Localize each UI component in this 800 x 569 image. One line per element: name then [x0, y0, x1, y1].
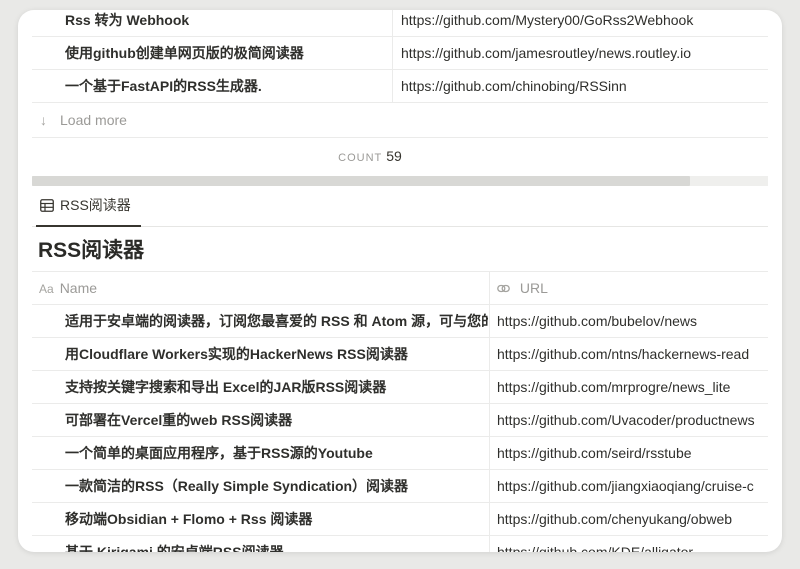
row-url[interactable]: https://github.com/chenyukang/obweb — [497, 503, 768, 535]
text-property-icon: Aa — [39, 282, 54, 296]
row-name[interactable]: 用Cloudflare Workers实现的HackerNews RSS阅读器 — [65, 338, 488, 370]
table-row[interactable]: Rss 转为 Webhook https://github.com/Myster… — [32, 10, 768, 37]
table-row[interactable]: 用Cloudflare Workers实现的HackerNews RSS阅读器 … — [32, 338, 768, 371]
column-divider — [392, 70, 393, 102]
url-link[interactable]: https://github.com/bubelov/news — [497, 313, 697, 329]
url-link[interactable]: https://github.com/jamesroutley/news.rou… — [401, 45, 691, 61]
view-tabs: RSS阅读器 — [32, 186, 768, 227]
row-name[interactable]: 一个基于FastAPI的RSS生成器. — [65, 70, 395, 102]
table-row[interactable]: 一个基于FastAPI的RSS生成器. https://github.com/c… — [32, 70, 768, 103]
url-link[interactable]: https://github.com/chenyukang/obweb — [497, 511, 732, 527]
url-link[interactable]: https://github.com/Uvacoder/productnews — [497, 412, 755, 428]
column-header-name[interactable]: Aa Name — [39, 272, 97, 305]
count-label: COUNT — [338, 152, 383, 164]
column-divider — [489, 338, 490, 370]
table-header: Aa Name URL — [32, 271, 768, 305]
row-url[interactable]: https://github.com/KDE/alligator — [497, 536, 768, 552]
column-divider — [489, 503, 490, 535]
link-icon — [497, 280, 514, 296]
row-url[interactable]: https://github.com/Mystery00/GoRss2Webho… — [401, 10, 768, 36]
column-divider — [489, 536, 490, 552]
table-row[interactable]: 移动端Obsidian + Flomo + Rss 阅读器 https://gi… — [32, 503, 768, 536]
load-more-label: Load more — [60, 112, 127, 128]
notion-page-frame: Rss 转为 Webhook https://github.com/Myster… — [18, 10, 782, 552]
row-name[interactable]: 适用于安卓端的阅读器，订阅您最喜爱的 RSS 和 Atom 源，可与您的 — [65, 305, 488, 337]
row-url[interactable]: https://github.com/ntns/hackernews-read — [497, 338, 768, 370]
row-name[interactable]: Rss 转为 Webhook — [65, 10, 395, 36]
url-link[interactable]: https://github.com/jiangxiaoqiang/cruise… — [497, 478, 754, 494]
table-icon — [40, 199, 54, 212]
page-content: Rss 转为 Webhook https://github.com/Myster… — [32, 10, 768, 552]
row-name[interactable]: 一款简洁的RSS（Really Simple Syndication）阅读器 — [65, 470, 488, 502]
row-name[interactable]: 可部署在Vercel重的web RSS阅读器 — [65, 404, 488, 436]
row-name[interactable]: 移动端Obsidian + Flomo + Rss 阅读器 — [65, 503, 488, 535]
row-url[interactable]: https://github.com/chinobing/RSSinn — [401, 70, 768, 102]
column-divider — [489, 470, 490, 502]
column-name-label: Name — [59, 280, 98, 296]
table-row[interactable]: 一个简单的桌面应用程序，基于RSS源的Youtube https://githu… — [32, 437, 768, 470]
column-divider — [392, 10, 393, 36]
column-header-url[interactable]: URL — [497, 272, 548, 304]
tab-table-view[interactable]: RSS阅读器 — [36, 186, 141, 227]
table-row[interactable]: 基于 Kirigami 的安卓端RSS阅读器 https://github.co… — [32, 536, 768, 552]
tab-label: RSS阅读器 — [60, 197, 131, 213]
column-divider — [392, 37, 393, 69]
url-link[interactable]: https://github.com/Mystery00/GoRss2Webho… — [401, 12, 693, 28]
table-row[interactable]: 一款简洁的RSS（Really Simple Syndication）阅读器 h… — [32, 470, 768, 503]
table-row[interactable]: 可部署在Vercel重的web RSS阅读器 https://github.co… — [32, 404, 768, 437]
row-name[interactable]: 使用github创建单网页版的极简阅读器 — [65, 37, 395, 69]
horizontal-scrollbar[interactable] — [32, 176, 768, 186]
row-name[interactable]: 一个简单的桌面应用程序，基于RSS源的Youtube — [65, 437, 488, 469]
arrow-down-icon: ↓ — [40, 112, 47, 128]
column-divider — [489, 305, 490, 337]
url-link[interactable]: https://github.com/mrprogre/news_lite — [497, 379, 730, 395]
column-divider — [489, 371, 490, 403]
column-divider — [489, 272, 490, 304]
count-value: 59 — [386, 148, 402, 164]
column-divider — [489, 437, 490, 469]
table-row[interactable]: 支持按关键字搜索和导出 Excel的JAR版RSS阅读器 https://git… — [32, 371, 768, 404]
row-url[interactable]: https://github.com/jiangxiaoqiang/cruise… — [497, 470, 768, 502]
column-url-label: URL — [519, 280, 548, 296]
row-url[interactable]: https://github.com/Uvacoder/productnews — [497, 404, 768, 436]
url-link[interactable]: https://github.com/chinobing/RSSinn — [401, 78, 627, 94]
url-link[interactable]: https://github.com/ntns/hackernews-read — [497, 346, 749, 362]
row-name[interactable]: 基于 Kirigami 的安卓端RSS阅读器 — [65, 536, 488, 552]
database-title[interactable]: RSS阅读器 — [32, 227, 768, 271]
url-link[interactable]: https://github.com/seird/rsstube — [497, 445, 692, 461]
row-name[interactable]: 支持按关键字搜索和导出 Excel的JAR版RSS阅读器 — [65, 371, 488, 403]
table-row[interactable]: 使用github创建单网页版的极简阅读器 https://github.com/… — [32, 37, 768, 70]
scrollbar-thumb[interactable] — [32, 176, 690, 186]
table-row[interactable]: 适用于安卓端的阅读器，订阅您最喜爱的 RSS 和 Atom 源，可与您的 htt… — [32, 305, 768, 338]
row-url[interactable]: https://github.com/bubelov/news — [497, 305, 768, 337]
row-url[interactable]: https://github.com/seird/rsstube — [497, 437, 768, 469]
column-divider — [489, 404, 490, 436]
row-url[interactable]: https://github.com/jamesroutley/news.rou… — [401, 37, 768, 69]
load-more-button[interactable]: ↓ Load more — [32, 103, 768, 138]
row-url[interactable]: https://github.com/mrprogre/news_lite — [497, 371, 768, 403]
url-link[interactable]: https://github.com/KDE/alligator — [497, 544, 693, 552]
count-footer[interactable]: COUNT 59 — [18, 138, 738, 174]
